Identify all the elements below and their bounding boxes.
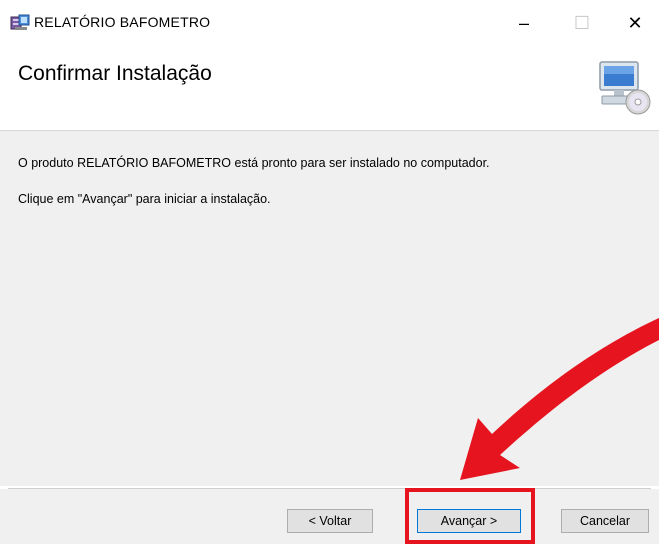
minimize-icon: – <box>518 12 529 33</box>
page-title: Confirmar Instalação <box>18 62 212 85</box>
wizard-header: Confirmar Instalação <box>0 44 659 130</box>
back-button[interactable]: < Voltar <box>287 509 373 533</box>
title-bar[interactable]: RELATÓRIO BAFOMETRO – ☐ ✕ <box>0 0 659 44</box>
ready-message: O produto RELATÓRIO BAFOMETRO está pront… <box>18 156 490 170</box>
maximize-icon: ☐ <box>573 12 591 33</box>
red-highlight-box <box>405 488 535 544</box>
close-icon: ✕ <box>627 12 643 33</box>
computer-cd-icon <box>599 61 651 115</box>
cancel-button[interactable]: Cancelar <box>561 509 649 533</box>
close-button[interactable]: ✕ <box>615 8 655 38</box>
minimize-button[interactable]: – <box>504 8 544 38</box>
window-title: RELATÓRIO BAFOMETRO <box>34 14 211 30</box>
wizard-footer: < Voltar Avançar > Cancelar <box>0 489 659 544</box>
installer-window: RELATÓRIO BAFOMETRO – ☐ ✕ Confirmar Inst… <box>0 0 659 544</box>
wizard-body: O produto RELATÓRIO BAFOMETRO está pront… <box>0 131 659 486</box>
installer-app-icon <box>10 14 30 30</box>
instruction-message: Clique em "Avançar" para iniciar a insta… <box>18 192 271 206</box>
maximize-button[interactable]: ☐ <box>562 8 602 38</box>
